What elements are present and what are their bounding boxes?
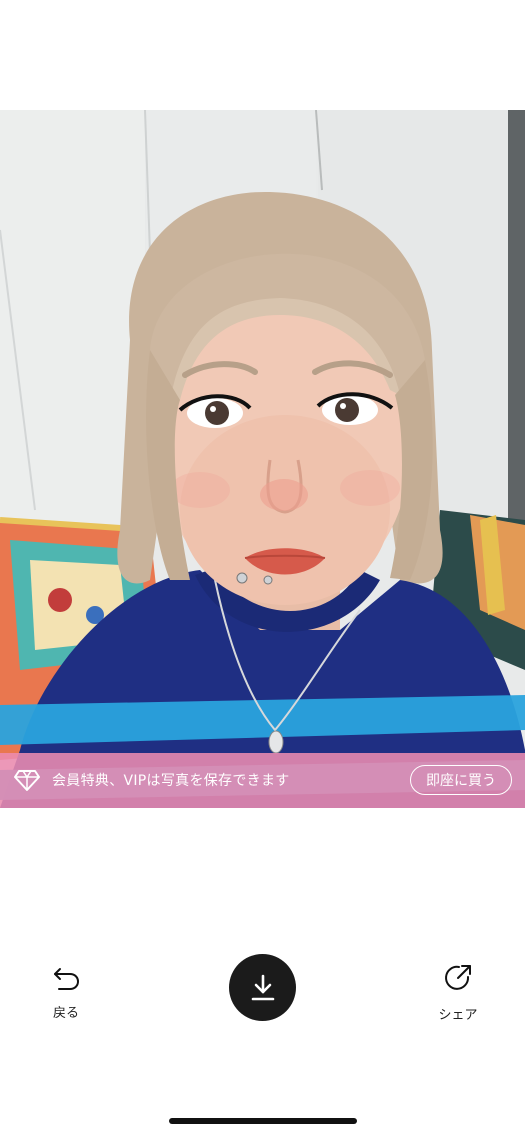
back-label: 戻る <box>52 1006 79 1021</box>
share-label: シェア <box>438 1008 478 1023</box>
photo-illustration <box>0 110 525 808</box>
vip-promo-banner[interactable]: 会員特典、VIPは写真を保存できます 即座に買う <box>0 753 525 808</box>
buy-now-button[interactable]: 即座に買う <box>410 765 512 795</box>
result-screen: 会員特典、VIPは写真を保存できます 即座に買う 戻る シェア <box>0 0 525 1136</box>
result-photo <box>0 110 525 808</box>
diamond-icon <box>14 770 40 791</box>
share-button[interactable]: シェア <box>430 962 486 1023</box>
home-indicator[interactable] <box>169 1118 357 1124</box>
share-arrow-icon <box>445 965 471 990</box>
undo-arrow-icon <box>54 968 80 990</box>
back-button[interactable]: 戻る <box>38 962 94 1021</box>
download-button[interactable] <box>229 954 296 1021</box>
download-icon <box>251 974 274 1000</box>
vip-promo-text: 会員特典、VIPは写真を保存できます <box>52 773 290 789</box>
